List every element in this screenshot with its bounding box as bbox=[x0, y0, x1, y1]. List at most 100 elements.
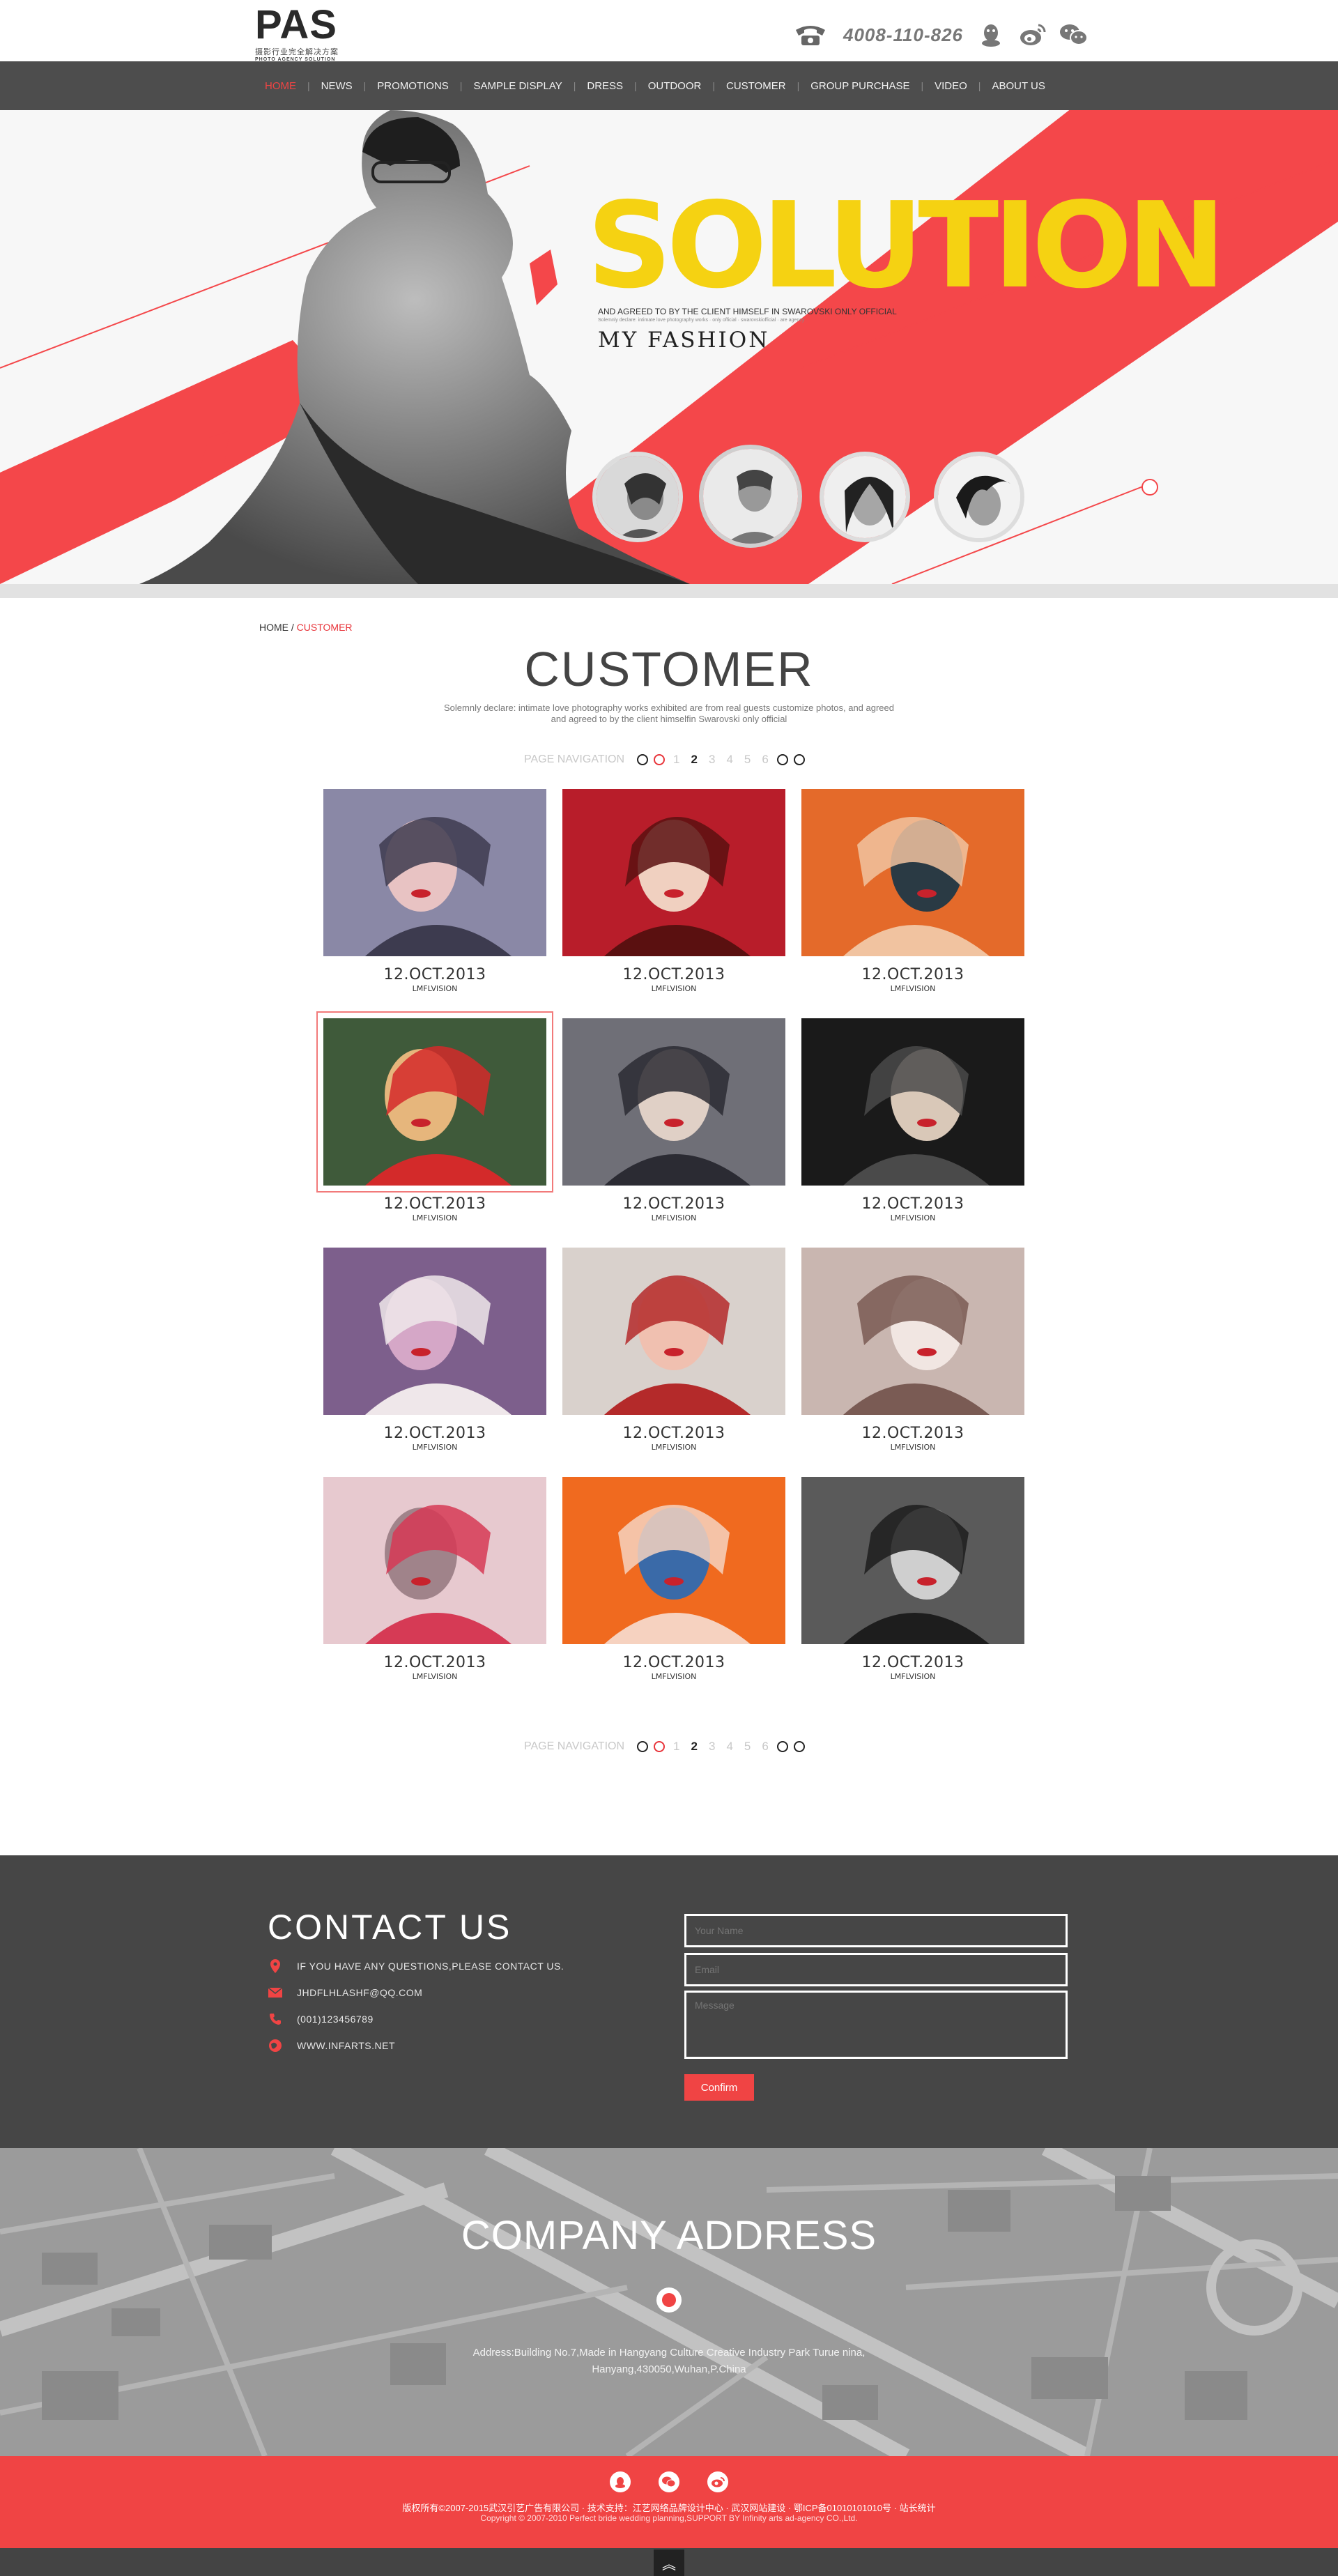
contact-phone: (001)123456789 bbox=[297, 2014, 374, 2025]
nav-link[interactable]: NEWS bbox=[310, 80, 364, 92]
gallery-photo[interactable] bbox=[801, 1248, 1024, 1415]
photo-caption: LMFLVISION bbox=[890, 1672, 936, 1681]
nav-item-customer[interactable]: CUSTOMER bbox=[715, 61, 797, 110]
banner-thumb-4[interactable] bbox=[934, 452, 1024, 542]
back-to-top-button[interactable]: ︽ bbox=[654, 2550, 684, 2576]
photo-caption: LMFLVISION bbox=[412, 1672, 458, 1681]
page-number[interactable]: 3 bbox=[709, 753, 715, 767]
page-number[interactable]: 1 bbox=[673, 753, 679, 767]
message-textarea[interactable] bbox=[684, 1991, 1068, 2059]
gallery-card[interactable]: 12.OCT.2013 LMFLVISION bbox=[323, 789, 546, 993]
gallery-card[interactable]: 12.OCT.2013 LMFLVISION bbox=[562, 789, 785, 993]
qq-icon[interactable] bbox=[610, 2471, 631, 2492]
gallery-photo[interactable] bbox=[562, 1018, 785, 1186]
nav-item-video[interactable]: VIDEO bbox=[923, 61, 978, 110]
nav-item-news[interactable]: NEWS bbox=[310, 61, 364, 110]
gallery-photo[interactable] bbox=[562, 1477, 785, 1644]
gallery-card[interactable]: 12.OCT.2013 LMFLVISION bbox=[801, 1018, 1024, 1222]
nav-link[interactable]: SAMPLE DISPLAY bbox=[462, 80, 573, 92]
nav-link[interactable]: PROMOTIONS bbox=[366, 80, 460, 92]
gallery-card[interactable]: 12.OCT.2013 LMFLVISION bbox=[801, 1248, 1024, 1452]
nav-link[interactable]: GROUP PURCHASE bbox=[799, 80, 921, 92]
next-page-icon[interactable] bbox=[776, 754, 788, 765]
gallery-photo[interactable] bbox=[801, 789, 1024, 956]
page-number[interactable]: 1 bbox=[673, 1740, 679, 1754]
contact-website[interactable]: WWW.INFARTS.NET bbox=[297, 2040, 395, 2051]
first-page-icon[interactable] bbox=[637, 754, 649, 765]
page-description-line-1: Solemnly declare: intimate love photogra… bbox=[443, 703, 894, 713]
nav-item-about-us[interactable]: ABOUT US bbox=[981, 61, 1056, 110]
page-number[interactable]: 4 bbox=[726, 753, 732, 767]
page-number[interactable]: 5 bbox=[744, 753, 751, 767]
nav-item-outdoor[interactable]: OUTDOOR bbox=[637, 61, 713, 110]
logo[interactable]: PAS 摄影行业完全解决方案 PHOTO AGENCY SOLUTION bbox=[255, 5, 367, 63]
nav-link[interactable]: DRESS bbox=[576, 80, 634, 92]
gallery-photo[interactable] bbox=[562, 1248, 785, 1415]
photo-caption: LMFLVISION bbox=[412, 984, 458, 993]
photo-caption: LMFLVISION bbox=[651, 984, 697, 993]
nav-item-sample-display[interactable]: SAMPLE DISPLAY bbox=[462, 61, 573, 110]
photo-date: 12.OCT.2013 bbox=[383, 1425, 486, 1442]
nav-link[interactable]: ABOUT US bbox=[981, 80, 1056, 92]
email-input[interactable] bbox=[684, 1953, 1068, 1986]
weibo-icon[interactable] bbox=[707, 2471, 728, 2492]
wechat-icon[interactable] bbox=[1059, 22, 1088, 47]
nav-item-dress[interactable]: DRESS bbox=[576, 61, 634, 110]
pagination-top: PAGE NAVIGATION 1 2 3 4 5 6 bbox=[524, 751, 808, 768]
banner-thumb-2[interactable] bbox=[699, 445, 802, 548]
gallery-photo[interactable] bbox=[323, 1248, 546, 1415]
banner-tiny-text: Solemnly declare: intimate love photogra… bbox=[598, 318, 805, 323]
gallery-photo[interactable] bbox=[562, 789, 785, 956]
last-page-icon[interactable] bbox=[793, 1741, 805, 1752]
contact-row-web: WWW.INFARTS.NET bbox=[268, 2038, 395, 2053]
map-pin-icon[interactable] bbox=[656, 2287, 682, 2313]
page-number[interactable]: 4 bbox=[726, 1740, 732, 1754]
last-page-icon[interactable] bbox=[793, 754, 805, 765]
confirm-button[interactable]: Confirm bbox=[684, 2074, 754, 2101]
breadcrumb-home[interactable]: HOME bbox=[259, 622, 289, 633]
gallery-photo[interactable] bbox=[323, 1018, 546, 1186]
page-number[interactable]: 6 bbox=[762, 1740, 768, 1754]
globe-icon bbox=[268, 2038, 283, 2053]
gallery-card[interactable]: 12.OCT.2013 LMFLVISION bbox=[323, 1248, 546, 1452]
prev-page-icon[interactable] bbox=[654, 754, 666, 765]
nav-link[interactable]: HOME bbox=[254, 80, 307, 92]
gallery-photo[interactable] bbox=[801, 1018, 1024, 1186]
contact-email[interactable]: JHDFLHLASHF@QQ.COM bbox=[297, 1987, 422, 1998]
banner-headline: SOLUTION bbox=[587, 177, 1226, 315]
breadcrumb-current: CUSTOMER bbox=[296, 622, 353, 633]
page-number[interactable]: 2 bbox=[691, 753, 698, 767]
gallery-card[interactable]: 12.OCT.2013 LMFLVISION bbox=[562, 1018, 785, 1222]
nav-item-promotions[interactable]: PROMOTIONS bbox=[366, 61, 460, 110]
name-input[interactable] bbox=[684, 1914, 1068, 1947]
page-number[interactable]: 3 bbox=[709, 1740, 715, 1754]
gallery-photo[interactable] bbox=[323, 1477, 546, 1644]
nav-item-group-purchase[interactable]: GROUP PURCHASE bbox=[799, 61, 921, 110]
gallery-card[interactable]: 12.OCT.2013 LMFLVISION bbox=[323, 1477, 546, 1681]
prev-page-icon[interactable] bbox=[654, 1741, 666, 1752]
gallery-card[interactable]: 12.OCT.2013 LMFLVISION bbox=[801, 789, 1024, 993]
next-page-icon[interactable] bbox=[776, 1741, 788, 1752]
nav-link[interactable]: OUTDOOR bbox=[637, 80, 713, 92]
banner-thumb-3[interactable] bbox=[820, 452, 910, 542]
photo-caption: LMFLVISION bbox=[651, 1213, 697, 1222]
first-page-icon[interactable] bbox=[637, 1741, 649, 1752]
nav-link[interactable]: VIDEO bbox=[923, 80, 978, 92]
weibo-icon[interactable] bbox=[1019, 22, 1046, 47]
company-address-title: COMPANY ADDRESS bbox=[461, 2213, 877, 2258]
gallery-card[interactable]: 12.OCT.2013 LMFLVISION bbox=[801, 1477, 1024, 1681]
page-number[interactable]: 2 bbox=[691, 1740, 698, 1754]
wechat-icon[interactable] bbox=[659, 2471, 679, 2492]
photo-date: 12.OCT.2013 bbox=[622, 1195, 725, 1213]
gallery-photo[interactable] bbox=[801, 1477, 1024, 1644]
nav-link[interactable]: CUSTOMER bbox=[715, 80, 797, 92]
gallery-photo[interactable] bbox=[323, 789, 546, 956]
banner-thumb-1[interactable] bbox=[592, 452, 683, 542]
nav-item-home[interactable]: HOME bbox=[254, 61, 307, 110]
qq-icon[interactable] bbox=[978, 22, 1004, 47]
page-number[interactable]: 6 bbox=[762, 753, 768, 767]
gallery-card[interactable]: 12.OCT.2013 LMFLVISION bbox=[562, 1248, 785, 1452]
page-number[interactable]: 5 bbox=[744, 1740, 751, 1754]
gallery-card[interactable]: 12.OCT.2013 LMFLVISION bbox=[562, 1477, 785, 1681]
gallery-card[interactable]: 12.OCT.2013 LMFLVISION bbox=[316, 1011, 553, 1222]
